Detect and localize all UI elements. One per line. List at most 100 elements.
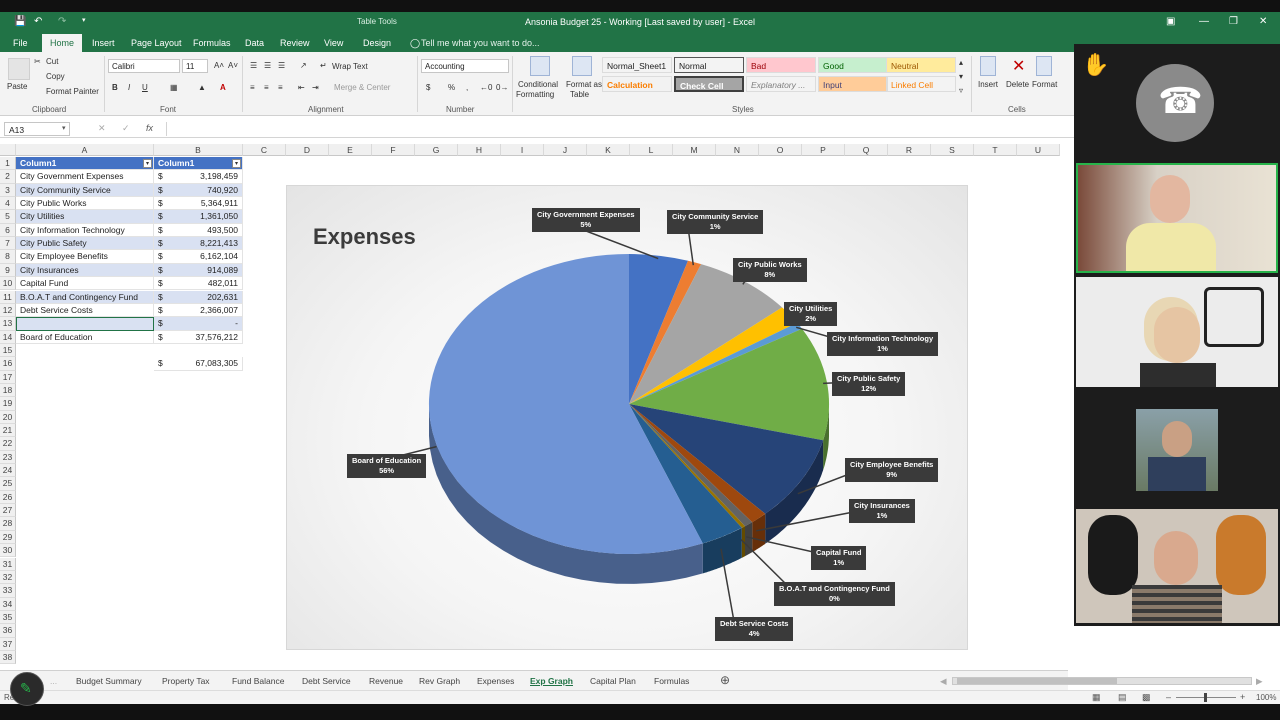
- table-row-value[interactable]: 493,500: [168, 223, 243, 238]
- row-header[interactable]: 34: [0, 597, 16, 611]
- currency-icon[interactable]: $: [426, 83, 430, 92]
- participant-video[interactable]: [1076, 509, 1278, 623]
- column-header[interactable]: T: [974, 144, 1017, 156]
- sheet-tab-expenses[interactable]: Expenses: [477, 676, 514, 686]
- wrap-text-icon[interactable]: ↵: [320, 61, 327, 70]
- percent-icon[interactable]: %: [448, 83, 455, 92]
- style-normal[interactable]: Normal: [674, 57, 744, 73]
- participant-video[interactable]: [1076, 163, 1278, 273]
- select-all-corner[interactable]: [0, 144, 16, 156]
- row-header[interactable]: 29: [0, 530, 16, 545]
- tab-data[interactable]: Data: [245, 38, 264, 48]
- tab-insert[interactable]: Insert: [92, 38, 115, 48]
- total-currency[interactable]: $: [154, 357, 168, 371]
- table-row-currency[interactable]: $: [154, 210, 168, 224]
- style-normal-sheet1[interactable]: Normal_Sheet1: [602, 57, 672, 73]
- row-header[interactable]: 20: [0, 410, 16, 424]
- styles-more-icon[interactable]: ▿: [959, 86, 963, 95]
- data-label[interactable]: Board of Education 56%: [347, 454, 427, 478]
- table-row-value[interactable]: 6,162,104: [168, 250, 243, 264]
- increase-font-icon[interactable]: A˄: [214, 61, 224, 70]
- column-header[interactable]: R: [888, 144, 931, 156]
- tab-page-layout[interactable]: Page Layout: [131, 38, 182, 48]
- row-header[interactable]: 19: [0, 397, 16, 411]
- column-header[interactable]: I: [501, 144, 544, 156]
- zoom-out-icon[interactable]: –: [1166, 692, 1171, 702]
- comma-icon[interactable]: ,: [466, 83, 468, 92]
- hscroll-left-icon[interactable]: ◀: [940, 676, 947, 687]
- table-row-value[interactable]: 8,221,413: [168, 237, 243, 251]
- style-linked-cell[interactable]: Linked Cell: [886, 76, 956, 92]
- new-sheet-icon[interactable]: ⊕: [720, 673, 730, 687]
- row-header[interactable]: 31: [0, 557, 16, 571]
- merge-center-button[interactable]: Merge & Center: [334, 83, 390, 92]
- table-row-currency[interactable]: $: [154, 197, 168, 211]
- row-header[interactable]: 6: [0, 223, 16, 238]
- zoom-slider[interactable]: [1176, 693, 1236, 702]
- data-label[interactable]: City Public Safety 12%: [832, 372, 906, 396]
- align-bottom-icon[interactable]: ☰: [278, 61, 285, 70]
- tab-home[interactable]: Home: [42, 34, 83, 52]
- data-label[interactable]: B.O.A.T and Contingency Fund 0%: [774, 582, 895, 606]
- copy-button[interactable]: Copy: [46, 72, 65, 81]
- row-header[interactable]: 25: [0, 477, 16, 491]
- table-row-label[interactable]: Debt Service Costs: [16, 303, 154, 318]
- row-header[interactable]: 21: [0, 424, 16, 438]
- style-check-cell[interactable]: Check Cell: [674, 76, 744, 92]
- tab-review[interactable]: Review: [280, 38, 310, 48]
- data-label[interactable]: City Government Expenses 5%: [532, 208, 640, 232]
- column-header[interactable]: S: [931, 144, 974, 156]
- column-header[interactable]: B: [154, 144, 243, 156]
- number-format-select[interactable]: Accounting: [421, 59, 509, 73]
- table-row-label[interactable]: B.O.A.T and Contingency Fund: [16, 290, 154, 304]
- table-header-cell[interactable]: Column1: [16, 157, 154, 171]
- table-row-currency[interactable]: $: [154, 277, 168, 291]
- sheet-tab-revenue[interactable]: Revenue: [369, 676, 403, 686]
- cancel-icon[interactable]: ✕: [98, 123, 106, 134]
- zoom-level[interactable]: 100%: [1256, 693, 1276, 702]
- row-header[interactable]: 7: [0, 237, 16, 251]
- tab-formulas[interactable]: Formulas: [193, 38, 231, 48]
- zoom-in-icon[interactable]: +: [1240, 692, 1245, 702]
- column-header[interactable]: L: [630, 144, 673, 156]
- table-row-label[interactable]: City Information Technology: [16, 223, 154, 238]
- increase-decimal-icon[interactable]: ←0: [480, 83, 492, 92]
- table-row-value[interactable]: 2,366,007: [168, 303, 243, 318]
- data-label[interactable]: City Insurances 1%: [849, 499, 915, 523]
- annotate-button[interactable]: ✎: [10, 672, 44, 706]
- table-row-value[interactable]: 202,631: [168, 290, 243, 304]
- wrap-text-button[interactable]: Wrap Text: [332, 62, 368, 71]
- conditional-formatting-button-line2[interactable]: Formatting: [516, 90, 554, 99]
- table-row-currency[interactable]: $: [154, 183, 168, 198]
- row-header[interactable]: 4: [0, 197, 16, 211]
- row-header[interactable]: 22: [0, 437, 16, 451]
- row-header[interactable]: 5: [0, 210, 16, 224]
- normal-view-icon[interactable]: ▦: [1092, 692, 1101, 703]
- bold-button[interactable]: B: [112, 83, 118, 92]
- restore-icon[interactable]: ❐: [1229, 16, 1238, 27]
- table-row-currency[interactable]: $: [154, 317, 168, 331]
- data-label[interactable]: City Employee Benefits 9%: [845, 458, 939, 482]
- sheet-tab-fund-balance[interactable]: Fund Balance: [232, 676, 284, 686]
- format-as-table-button-line2[interactable]: Table: [570, 90, 589, 99]
- column-header[interactable]: U: [1017, 144, 1060, 156]
- font-color-icon[interactable]: A: [220, 83, 226, 92]
- table-row-label[interactable]: City Community Service: [16, 183, 154, 198]
- row-header[interactable]: 26: [0, 490, 16, 505]
- decrease-font-icon[interactable]: A˅: [228, 61, 238, 70]
- zoom-slider-thumb[interactable]: [1204, 693, 1207, 702]
- page-layout-view-icon[interactable]: ▤: [1118, 692, 1127, 703]
- table-row-label[interactable]: Board of Education: [16, 330, 154, 344]
- table-row-currency[interactable]: $: [154, 290, 168, 304]
- align-right-icon[interactable]: ≡: [278, 83, 283, 92]
- row-header[interactable]: 27: [0, 504, 16, 518]
- delete-cells-button[interactable]: Delete: [1006, 80, 1029, 89]
- tell-me-search[interactable]: Tell me what you want to do...: [421, 38, 540, 48]
- close-icon[interactable]: ✕: [1259, 16, 1267, 27]
- data-label[interactable]: City Public Works 8%: [733, 258, 807, 282]
- table-row-value[interactable]: 1,361,050: [168, 210, 243, 224]
- format-painter-button[interactable]: Format Painter: [46, 87, 99, 96]
- column-header[interactable]: P: [802, 144, 845, 156]
- insert-function-icon[interactable]: fx: [146, 123, 153, 133]
- paste-button[interactable]: Paste: [7, 82, 27, 91]
